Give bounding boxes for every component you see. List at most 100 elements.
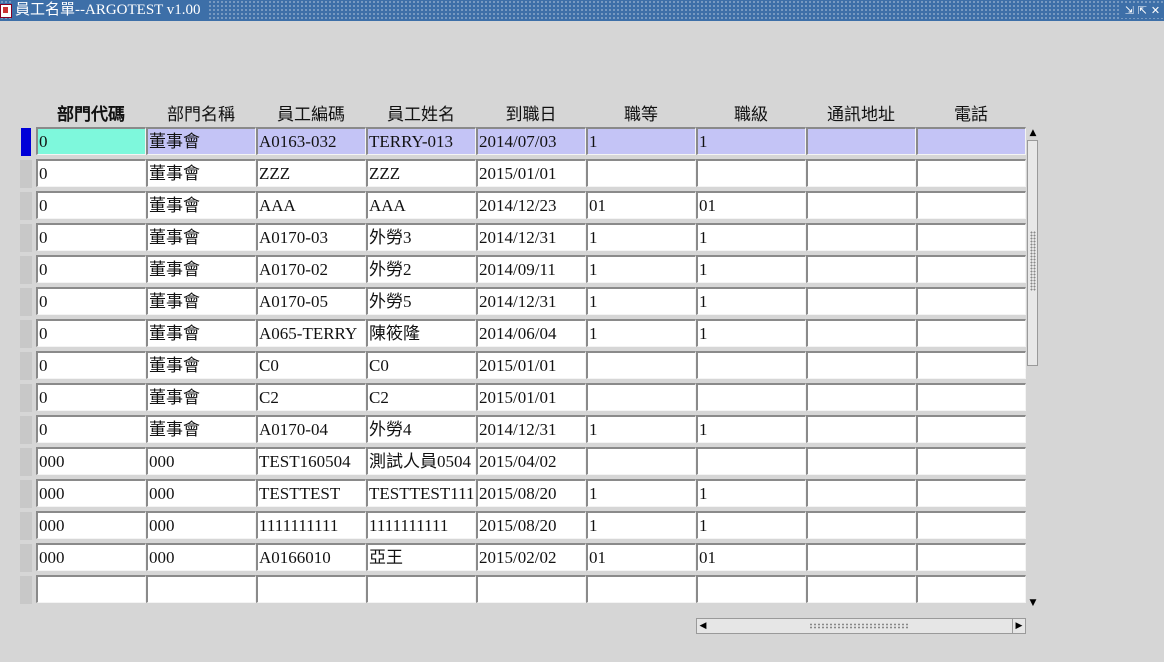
cell-rank[interactable]: [696, 351, 806, 379]
cell-rank[interactable]: 1: [696, 127, 806, 155]
cell-address[interactable]: [806, 127, 916, 155]
record-indicator[interactable]: [20, 288, 32, 316]
cell-phone[interactable]: [916, 319, 1026, 347]
cell-phone[interactable]: [916, 191, 1026, 219]
cell-dept-code[interactable]: 0: [36, 351, 146, 379]
cell-hire-date[interactable]: 2014/12/31: [476, 287, 586, 315]
cell-employee-name[interactable]: ZZZ: [366, 159, 476, 187]
cell-employee-name[interactable]: TERRY-013: [366, 127, 476, 155]
cell-employee-name[interactable]: C2: [366, 383, 476, 411]
cell-address[interactable]: [806, 543, 916, 571]
cell-address[interactable]: [806, 159, 916, 187]
cell-grade[interactable]: 1: [586, 479, 696, 507]
cell-dept-name[interactable]: 000: [146, 479, 256, 507]
cell-employee-code[interactable]: [256, 575, 366, 603]
cell-dept-name[interactable]: 董事會: [146, 383, 256, 411]
cell-dept-name[interactable]: [146, 575, 256, 603]
cell-employee-code[interactable]: TEST160504: [256, 447, 366, 475]
cell-grade[interactable]: 1: [586, 127, 696, 155]
cell-employee-name[interactable]: 測試人員0504: [366, 447, 476, 475]
app-icon[interactable]: [0, 3, 12, 18]
cell-address[interactable]: [806, 319, 916, 347]
record-indicator[interactable]: [20, 352, 32, 380]
vertical-scrollbar[interactable]: ▲ ▼: [1026, 126, 1040, 610]
scroll-right-icon[interactable]: ▶: [1012, 619, 1025, 633]
cell-dept-code[interactable]: 0: [36, 255, 146, 283]
cell-phone[interactable]: [916, 255, 1026, 283]
cell-rank[interactable]: 1: [696, 415, 806, 443]
cell-rank[interactable]: 1: [696, 319, 806, 347]
record-indicator[interactable]: [20, 544, 32, 572]
cell-dept-code[interactable]: 0: [36, 415, 146, 443]
cell-rank[interactable]: [696, 575, 806, 603]
cell-employee-code[interactable]: ZZZ: [256, 159, 366, 187]
horizontal-scrollbar[interactable]: ◀ ▶: [696, 618, 1026, 634]
cell-hire-date[interactable]: 2014/09/11: [476, 255, 586, 283]
cell-rank[interactable]: 1: [696, 223, 806, 251]
cell-grade[interactable]: 1: [586, 511, 696, 539]
cell-rank[interactable]: 01: [696, 191, 806, 219]
scroll-down-icon[interactable]: ▼: [1026, 596, 1040, 610]
maximize-button[interactable]: ⇱: [1136, 3, 1149, 18]
cell-dept-code[interactable]: 000: [36, 447, 146, 475]
cell-employee-code[interactable]: AAA: [256, 191, 366, 219]
cell-hire-date[interactable]: 2015/08/20: [476, 511, 586, 539]
scroll-up-icon[interactable]: ▲: [1026, 126, 1040, 140]
cell-employee-name[interactable]: 外勞5: [366, 287, 476, 315]
cell-grade[interactable]: 1: [586, 415, 696, 443]
cell-dept-code[interactable]: 000: [36, 511, 146, 539]
cell-rank[interactable]: 1: [696, 511, 806, 539]
record-indicator[interactable]: [20, 256, 32, 284]
cell-hire-date[interactable]: 2014/12/23: [476, 191, 586, 219]
minimize-button[interactable]: ⇲: [1123, 3, 1136, 18]
cell-address[interactable]: [806, 447, 916, 475]
cell-employee-name[interactable]: TESTTEST111: [366, 479, 476, 507]
cell-dept-name[interactable]: 000: [146, 511, 256, 539]
cell-hire-date[interactable]: 2015/01/01: [476, 159, 586, 187]
cell-phone[interactable]: [916, 415, 1026, 443]
cell-dept-name[interactable]: 000: [146, 543, 256, 571]
cell-rank[interactable]: 1: [696, 287, 806, 315]
cell-dept-name[interactable]: 董事會: [146, 351, 256, 379]
cell-grade[interactable]: [586, 383, 696, 411]
cell-address[interactable]: [806, 191, 916, 219]
cell-phone[interactable]: [916, 223, 1026, 251]
cell-address[interactable]: [806, 351, 916, 379]
cell-phone[interactable]: [916, 479, 1026, 507]
cell-rank[interactable]: [696, 159, 806, 187]
horizontal-scroll-thumb[interactable]: [709, 619, 1013, 633]
record-indicator[interactable]: [20, 224, 32, 252]
cell-grade[interactable]: [586, 351, 696, 379]
cell-grade[interactable]: 01: [586, 191, 696, 219]
cell-employee-code[interactable]: A065-TERRY: [256, 319, 366, 347]
cell-address[interactable]: [806, 575, 916, 603]
cell-dept-name[interactable]: 000: [146, 447, 256, 475]
close-button[interactable]: ✕: [1149, 3, 1162, 18]
record-indicator[interactable]: [20, 416, 32, 444]
cell-hire-date[interactable]: 2015/02/02: [476, 543, 586, 571]
record-indicator[interactable]: [20, 320, 32, 348]
current-record-indicator[interactable]: [21, 128, 31, 156]
cell-grade[interactable]: [586, 447, 696, 475]
cell-dept-code[interactable]: 0: [36, 383, 146, 411]
cell-grade[interactable]: 01: [586, 543, 696, 571]
cell-employee-code[interactable]: A0170-05: [256, 287, 366, 315]
cell-employee-code[interactable]: 1111111111: [256, 511, 366, 539]
record-indicator[interactable]: [20, 512, 32, 540]
cell-hire-date[interactable]: 2014/12/31: [476, 223, 586, 251]
record-indicator[interactable]: [20, 480, 32, 508]
cell-dept-name[interactable]: 董事會: [146, 191, 256, 219]
cell-employee-name[interactable]: 外勞4: [366, 415, 476, 443]
record-indicator[interactable]: [20, 448, 32, 476]
cell-employee-name[interactable]: 1111111111: [366, 511, 476, 539]
record-indicator[interactable]: [20, 160, 32, 188]
cell-dept-name[interactable]: 董事會: [146, 127, 256, 155]
cell-dept-code[interactable]: 000: [36, 479, 146, 507]
cell-phone[interactable]: [916, 127, 1026, 155]
cell-grade[interactable]: 1: [586, 287, 696, 315]
cell-employee-code[interactable]: TESTTEST: [256, 479, 366, 507]
cell-employee-code[interactable]: C2: [256, 383, 366, 411]
cell-hire-date[interactable]: 2015/04/02: [476, 447, 586, 475]
cell-employee-code[interactable]: C0: [256, 351, 366, 379]
cell-employee-name[interactable]: C0: [366, 351, 476, 379]
